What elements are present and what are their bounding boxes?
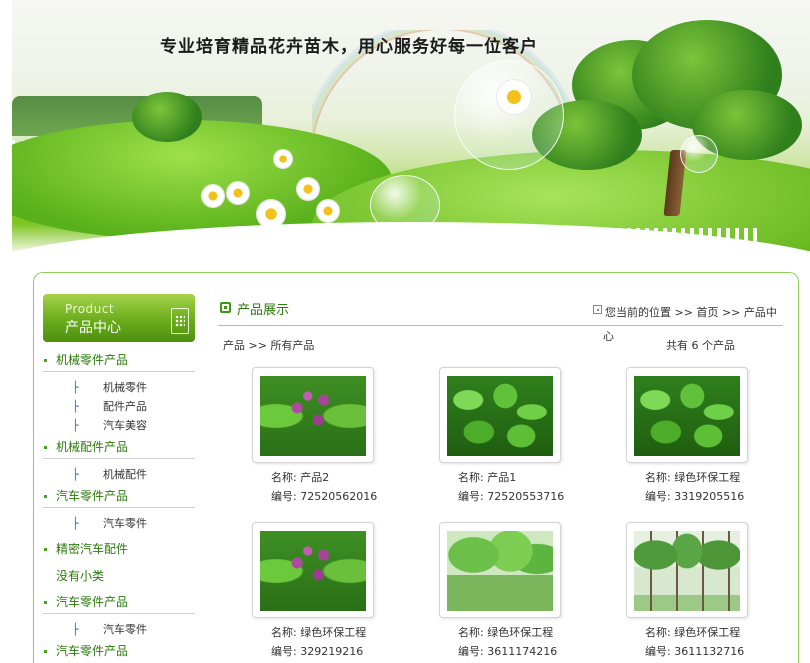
product-name[interactable]: 名称: 产品2	[271, 469, 329, 485]
product-count: 共有 6 个产品	[666, 339, 735, 352]
tree-branch-icon: ├	[72, 400, 79, 413]
section-icon	[220, 302, 231, 313]
category-label: 精密汽车配件	[56, 542, 129, 556]
daisy-flower	[202, 185, 224, 207]
location-label: 您当前的位置	[605, 306, 671, 319]
breadcrumb-separator: >>	[674, 306, 693, 319]
product-name[interactable]: 名称: 绿色环保工程	[271, 624, 366, 640]
product-image	[447, 376, 553, 456]
product-thumbnail[interactable]	[626, 367, 748, 463]
daisy-flower	[297, 178, 319, 200]
bullet-icon	[44, 601, 47, 604]
product-thumbnail[interactable]	[252, 522, 374, 618]
product-thumbnail[interactable]	[252, 367, 374, 463]
filter-current: 所有产品	[270, 339, 315, 352]
product-code: 编号: 329219216	[271, 645, 364, 658]
subcategory-label: 机械配件	[103, 468, 147, 481]
sidebar-header-cn: 产品中心	[65, 320, 121, 336]
tree-branch-icon: ├	[72, 623, 79, 636]
filter-breadcrumb: 产品 >> 所有产品	[223, 337, 314, 353]
product-image	[260, 376, 366, 456]
bubble-large	[454, 60, 564, 170]
bullet-icon	[44, 495, 47, 498]
subcategory-label: 配件产品	[103, 400, 147, 413]
bubble-tiny	[680, 135, 718, 173]
filter-separator: >>	[248, 339, 267, 352]
daisy-flower	[274, 150, 292, 168]
breadcrumb-current: 产品中	[743, 306, 777, 319]
subcategory-label: 汽车美容	[103, 419, 147, 432]
product-name[interactable]: 名称: 产品1	[458, 469, 516, 485]
product-name[interactable]: 名称: 绿色环保工程	[458, 624, 553, 640]
product-code: 编号: 72520553716	[458, 490, 565, 503]
sidebar-header: Product 产品中心	[43, 294, 195, 342]
subcategory-label: 汽车零件	[103, 623, 147, 636]
category-item[interactable]: 汽车零件产品	[43, 639, 195, 663]
product-image	[634, 376, 740, 456]
filter-root[interactable]: 产品	[223, 339, 245, 352]
bullet-icon	[44, 446, 47, 449]
product-name[interactable]: 名称: 绿色环保工程	[645, 624, 740, 640]
subcategory-label: 机械零件	[103, 381, 147, 394]
category-item[interactable]: 没有小类	[43, 564, 195, 588]
category-item[interactable]: 机械零件产品	[43, 348, 195, 372]
tree-branch-icon: ├	[72, 381, 79, 394]
sidebar-header-decoration	[171, 308, 189, 334]
category-label: 汽车零件产品	[56, 595, 129, 609]
page-title: 产品展示	[237, 303, 290, 318]
banner-slogan: 专业培育精品花卉苗木，用心服务好每一位客户	[160, 37, 538, 57]
product-thumbnail[interactable]	[626, 522, 748, 618]
main-header: 产品展示 您当前的位置 >> 首页 >> 产品中	[218, 296, 783, 326]
product-sidebar: Product 产品中心 机械零件产品 ├ 机械零件 ├ 配件产品 ├ 汽车美容 机械…	[43, 294, 195, 663]
product-image	[634, 531, 740, 611]
product-name[interactable]: 名称: 绿色环保工程	[645, 469, 740, 485]
subcategory-item[interactable]: ├ 汽车美容	[43, 416, 195, 435]
bullet-icon	[44, 359, 47, 362]
small-tree	[132, 92, 202, 142]
breadcrumb-separator: >>	[721, 306, 741, 319]
category-list: 机械零件产品 ├ 机械零件 ├ 配件产品 ├ 汽车美容 机械配件产品 ├ 机械配件 汽车…	[43, 348, 195, 663]
breadcrumb: 您当前的位置 >> 首页 >> 产品中	[605, 304, 777, 320]
category-label: 机械零件产品	[56, 353, 129, 367]
category-label: 没有小类	[56, 569, 105, 583]
header-banner: 专业培育精品花卉苗木，用心服务好每一位客户	[12, 0, 810, 272]
category-item[interactable]: 汽车零件产品	[43, 590, 195, 614]
product-code: 编号: 3611174216	[458, 645, 558, 658]
category-item[interactable]: 精密汽车配件	[43, 537, 195, 561]
subcategory-item[interactable]: ├ 汽车零件	[43, 620, 195, 639]
daisy-flower	[317, 200, 339, 222]
subcategory-item[interactable]: ├ 机械零件	[43, 378, 195, 397]
product-image	[260, 531, 366, 611]
breadcrumb-home[interactable]: 首页	[696, 306, 718, 319]
location-icon	[593, 305, 602, 314]
subcategory-item[interactable]: ├ 机械配件	[43, 465, 195, 484]
subcategory-label: 汽车零件	[103, 517, 147, 530]
product-image	[447, 531, 553, 611]
product-code: 编号: 3319205516	[645, 490, 745, 503]
sidebar-header-en: Product	[65, 302, 115, 316]
subcategory-item[interactable]: ├ 配件产品	[43, 397, 195, 416]
product-thumbnail[interactable]	[439, 522, 561, 618]
daisy-flower	[227, 182, 249, 204]
bullet-icon	[44, 548, 47, 551]
category-item[interactable]: 汽车零件产品	[43, 484, 195, 508]
product-code: 编号: 72520562016	[271, 490, 378, 503]
tree-branch-icon: ├	[72, 468, 79, 481]
tree-branch-icon: ├	[72, 419, 79, 432]
category-label: 汽车零件产品	[56, 489, 129, 503]
category-label: 汽车零件产品	[56, 644, 129, 658]
product-code: 编号: 3611132716	[645, 645, 745, 658]
subcategory-item[interactable]: ├ 汽车零件	[43, 514, 195, 533]
daisy-flower	[497, 80, 531, 114]
breadcrumb-current-wrap: 心	[603, 330, 614, 343]
product-thumbnail[interactable]	[439, 367, 561, 463]
tree-branch-icon: ├	[72, 517, 79, 530]
category-item[interactable]: 机械配件产品	[43, 435, 195, 459]
bullet-icon	[44, 650, 47, 653]
category-label: 机械配件产品	[56, 440, 129, 454]
